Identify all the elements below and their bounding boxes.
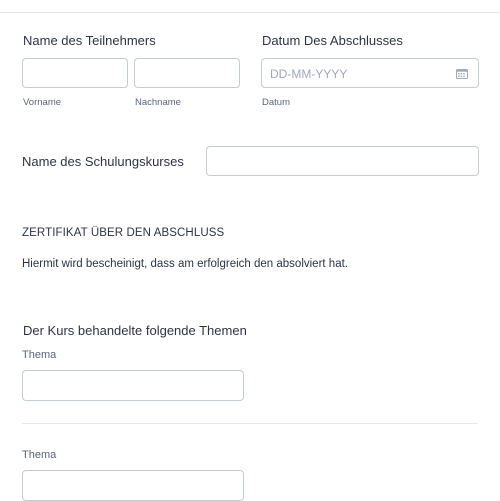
top-divider <box>0 12 500 13</box>
completion-date-input[interactable]: DD-MM-YYYY <box>261 58 479 88</box>
certificate-heading: ZERTIFIKAT ÜBER DEN ABSCHLUSS <box>22 227 225 239</box>
course-name-label: Name des Schulungskurses <box>22 154 184 169</box>
calendar-icon[interactable] <box>456 69 468 79</box>
participant-name-label: Name des Teilnehmers <box>23 33 156 48</box>
section-divider <box>22 423 478 424</box>
topic-input[interactable] <box>22 370 244 401</box>
date-placeholder: DD-MM-YYYY <box>270 67 348 81</box>
topic-label: Thema <box>22 349 57 361</box>
first-name-input[interactable] <box>22 58 128 88</box>
completion-date-label: Datum Des Abschlusses <box>262 33 403 48</box>
topic-label: Thema <box>22 449 57 461</box>
last-name-sublabel: Nachname <box>135 97 181 108</box>
course-name-input[interactable] <box>206 146 479 176</box>
first-name-sublabel: Vorname <box>23 97 62 108</box>
last-name-input[interactable] <box>134 58 240 88</box>
date-sublabel: Datum <box>262 97 290 108</box>
topics-heading: Der Kurs behandelte folgende Themen <box>23 323 247 338</box>
topic-input[interactable] <box>22 470 244 501</box>
certificate-text: Hiermit wird bescheinigt, dass am erfolg… <box>22 258 348 270</box>
